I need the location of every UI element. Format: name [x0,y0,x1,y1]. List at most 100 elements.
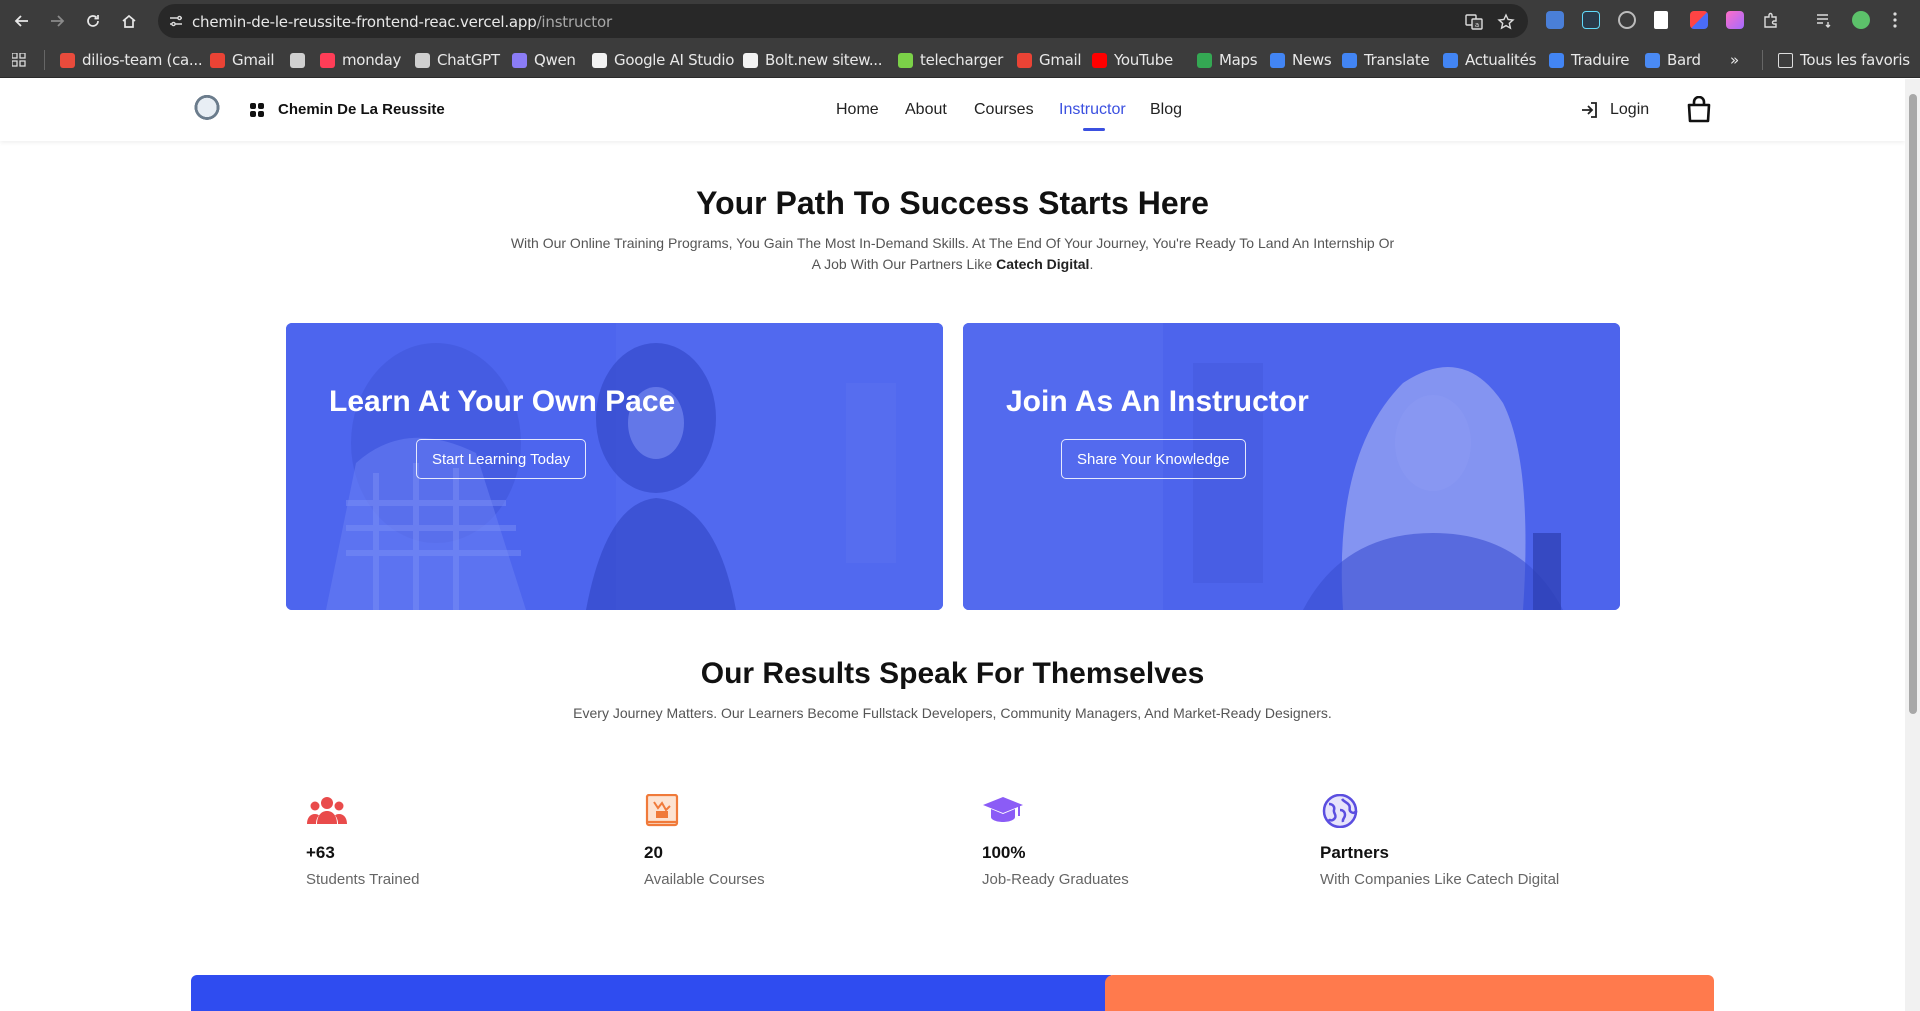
url-text: chemin-de-le-reussite-frontend-reac.verc… [192,13,612,31]
hero-subtitle-end: . [1089,256,1094,272]
extension-translate-icon[interactable] [1546,11,1564,29]
browser-toolbar: chemin-de-le-reussite-frontend-reac.verc… [0,0,1920,42]
bookmark-bolt[interactable]: Bolt.new sitew... [743,49,883,71]
bookmark-bard[interactable]: Bard [1645,49,1701,71]
address-bar[interactable]: chemin-de-le-reussite-frontend-reac.verc… [158,4,1528,38]
all-bookmarks-folder[interactable]: Tous les favoris [1778,49,1910,71]
more-bookmarks-button[interactable]: » [1730,49,1739,71]
youtube-favicon-icon [1092,52,1107,68]
nav-home[interactable]: Home [836,101,879,119]
chatgpt-favicon-icon [415,52,430,68]
extensions-puzzle-icon[interactable] [1762,11,1780,29]
bookmark-label: News [1292,51,1332,69]
stat-value: +63 [306,843,335,862]
bookmark-qwen[interactable]: Qwen [512,49,576,71]
start-learning-button[interactable]: Start Learning Today [416,439,587,479]
stat-graduates: 100% Job-Ready Graduates [982,794,1302,888]
bookmark-label: Gmail [232,51,275,69]
monday-favicon-icon [320,52,335,68]
bookmarks-bar: dilios-team (ca... Gmail monday ChatGPT Qwen… [0,42,1920,78]
bookmark-translate[interactable]: Translate [1342,49,1430,71]
url-path: /instructor [536,13,613,31]
bookmark-youtube[interactable]: YouTube [1092,49,1173,71]
apps-grid-icon[interactable] [11,52,26,72]
actualites-favicon-icon [1443,52,1458,68]
bolt-favicon-icon [743,52,758,68]
extension-circle-icon[interactable] [1618,11,1636,29]
bookmark-label: monday [342,51,402,69]
bookmark-label: Translate [1364,51,1430,69]
bookmark-label: Gmail [1039,51,1082,69]
scrollbar-thumb[interactable] [1909,94,1917,714]
url-host: chemin-de-le-reussite-frontend-reac.verc… [192,13,537,31]
extension-pink-icon[interactable] [1726,11,1744,29]
translate-page-icon[interactable]: a [1465,13,1483,31]
globe-icon [1322,793,1358,829]
browser-menu-icon[interactable] [1890,11,1900,29]
bookmark-gmail-2[interactable]: Gmail [1017,49,1082,71]
hero-subtitle-text: With Our Online Training Programs, You G… [510,235,1395,272]
traduire-favicon-icon [1549,52,1564,68]
login-button[interactable]: Login [1580,100,1649,120]
bookmark-star-icon[interactable] [1497,13,1515,31]
home-icon[interactable] [116,8,142,34]
folder-icon [1778,52,1793,68]
results-subtitle: Every Journey Matters. Our Learners Beco… [573,705,1332,721]
forward-icon[interactable] [44,8,70,34]
share-knowledge-button[interactable]: Share Your Knowledge [1061,439,1246,479]
bookmarks-divider [44,50,45,70]
stat-label: Job-Ready Graduates [982,871,1129,888]
bookmark-label: Bard [1667,51,1701,69]
bookmark-dilios-team[interactable]: dilios-team (ca... [60,49,203,71]
active-nav-indicator [1083,128,1105,131]
site-logo[interactable] [191,93,223,125]
bookmark-maps[interactable]: Maps [1197,49,1258,71]
nav-about[interactable]: About [905,101,947,119]
qwen-favicon-icon [512,52,527,68]
bookmark-label: Qwen [534,51,576,69]
hero-title: Your Path To Success Starts Here [696,185,1209,221]
apps-menu-icon[interactable] [250,103,264,117]
svg-text:a: a [1475,21,1479,29]
nav-instructor[interactable]: Instructor [1059,101,1126,119]
extension-colorful-icon[interactable] [1690,11,1708,29]
site-settings-icon[interactable] [168,13,184,29]
bookmark-telecharger[interactable]: telecharger [898,49,1003,71]
translate-favicon-icon [1342,52,1357,68]
bookmark-globe[interactable] [290,49,312,71]
stat-label: With Companies Like Catech Digital [1320,871,1560,888]
stat-value: 20 [644,843,663,862]
bookmark-google-ai-studio[interactable]: Google AI Studio [592,49,734,71]
reading-list-icon[interactable] [1815,11,1833,29]
cart-bag-icon[interactable] [1686,96,1712,124]
gmail-2-favicon-icon [1017,52,1032,68]
bookmark-actualites[interactable]: Actualités [1443,49,1536,71]
banner-blue-panel [191,975,1111,1011]
bookmark-gmail[interactable]: Gmail [210,49,275,71]
brand-name[interactable]: Chemin De La Reussite [278,101,445,118]
bookmark-news[interactable]: News [1270,49,1332,71]
bookmark-monday[interactable]: monday [320,49,401,71]
results-title: Our Results Speak For Themselves [700,657,1205,690]
extension-doc-icon[interactable] [1654,11,1668,29]
graduation-cap-icon [983,797,1023,822]
profile-avatar-icon[interactable] [1852,11,1870,29]
bookmark-label: YouTube [1114,51,1173,69]
instructor-card-title: Join As An Instructor [1006,385,1309,418]
bookmark-label: Traduire [1571,51,1630,69]
bookmark-traduire[interactable]: Traduire [1549,49,1629,71]
students-photo [286,323,943,610]
bookmark-label: telecharger [920,51,1003,69]
gmail-favicon-icon [210,52,225,68]
nav-blog[interactable]: Blog [1150,101,1182,119]
react-devtools-icon[interactable] [1582,11,1600,29]
bookmark-chatgpt[interactable]: ChatGPT [415,49,500,71]
back-icon[interactable] [9,8,35,34]
site-header: Chemin De La Reussite Home About Courses… [0,79,1905,141]
stat-value: 100% [982,843,1026,862]
bookmark-label: Google AI Studio [614,51,735,69]
google-ai-studio-favicon-icon [592,52,607,68]
nav-courses[interactable]: Courses [974,101,1034,119]
reload-icon[interactable] [80,8,106,34]
bookmark-label: Maps [1219,51,1258,69]
